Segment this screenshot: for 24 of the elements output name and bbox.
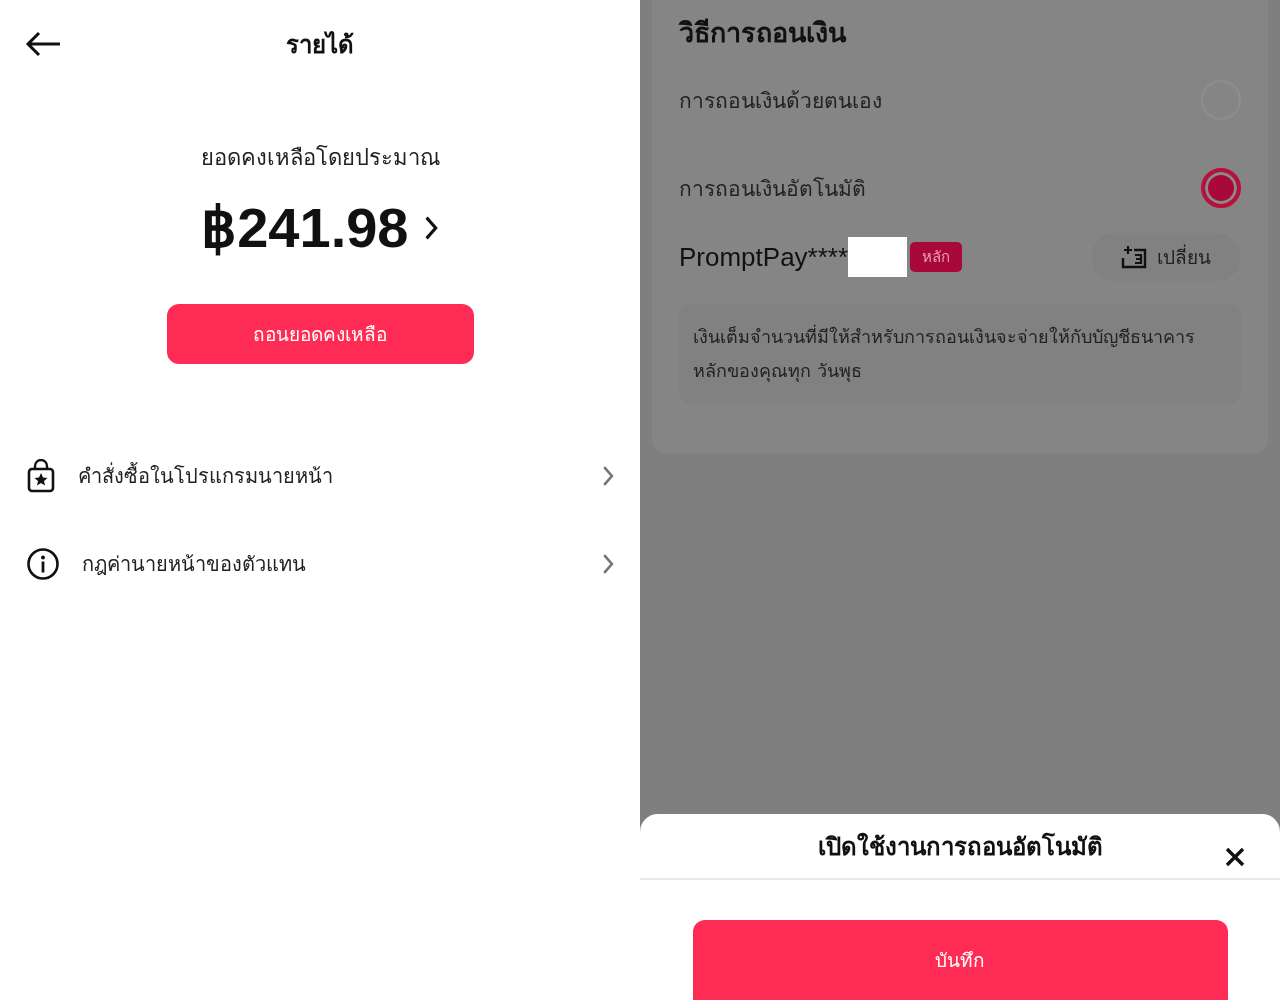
balance-link[interactable]: ฿241.98 — [201, 195, 439, 260]
chevron-icon — [424, 214, 439, 241]
option-label: การถอนเงินด้วยตนเอง — [679, 87, 882, 115]
chevron-icon — [601, 465, 614, 487]
menu-item[interactable]: คำสั่งซื้อในโปรแกรมนายหน้า — [0, 432, 640, 520]
balance-label: ยอดคงเหลือโดยประมาณ — [200, 144, 440, 172]
card-plus-icon — [1121, 245, 1147, 269]
menu-item[interactable]: กฎค่านายหน้าของตัวแทน — [0, 520, 640, 608]
back-button[interactable] — [24, 30, 62, 58]
shopping-bag-icon — [26, 459, 56, 493]
info-icon — [26, 547, 60, 581]
primary-tag: หลัก — [910, 242, 963, 272]
withdraw-button[interactable]: ถอนยอดคงเหลือ — [166, 304, 474, 364]
section-title: วิธีการถอนเงิน — [679, 15, 848, 50]
sheet-title: เปิดใช้งานการถอนอัตโนมัติ — [817, 831, 1103, 863]
page-title: รายได้ — [285, 29, 355, 61]
close-button[interactable] — [1224, 846, 1246, 868]
account-name: PromptPay**** — [679, 241, 849, 273]
radio-button[interactable] — [1201, 168, 1241, 208]
info-note: เงินเต็มจำนวนที่มีให้สำหรับการถอนเงินจะจ่ายให้กับบัญชีธนาคารหลักของคุณทุก วันพุธ — [679, 304, 1241, 404]
chevron-icon — [601, 553, 614, 575]
change-button[interactable]: เปลี่ยน — [1091, 233, 1241, 281]
save-button[interactable]: บันทึก — [692, 920, 1228, 1000]
option-label: การถอนเงินอัตโนมัติ — [679, 175, 866, 203]
